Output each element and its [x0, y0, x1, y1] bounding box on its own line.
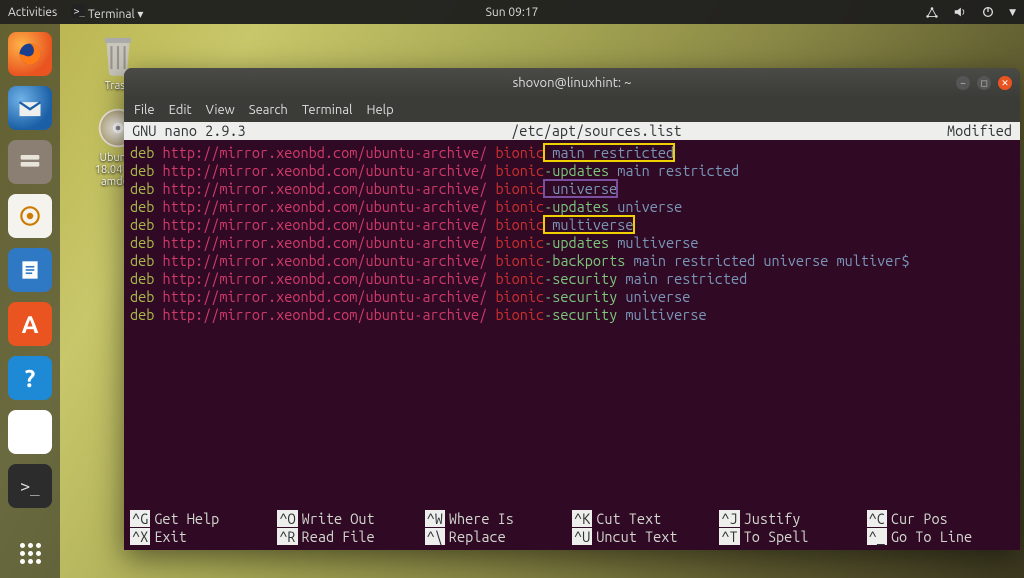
nano-shortcut-bar: ^GGet Help^OWrite Out^WWhere Is^KCut Tex…	[124, 510, 1020, 550]
rhythmbox-launcher[interactable]	[8, 194, 52, 238]
menu-help[interactable]: Help	[366, 103, 393, 117]
terminal-viewport[interactable]: GNU nano 2.9.3 /etc/apt/sources.list Mod…	[124, 122, 1020, 550]
window-close-button[interactable]: ✕	[998, 76, 1012, 90]
help-launcher[interactable]: ?	[8, 356, 52, 400]
firefox-launcher[interactable]	[8, 32, 52, 76]
nano-shortcut: ^\Replace	[425, 528, 572, 546]
menu-search[interactable]: Search	[249, 103, 288, 117]
menu-view[interactable]: View	[206, 103, 235, 117]
nano-shortcut: ^XExit	[130, 528, 277, 546]
volume-icon[interactable]	[953, 5, 967, 19]
svg-text:>_: >_	[74, 6, 85, 17]
window-title: shovon@linuxhint: ~	[513, 76, 632, 90]
ubuntu-software-launcher[interactable]: A	[8, 302, 52, 346]
show-applications-button[interactable]	[0, 543, 60, 564]
sources-line: deb http://mirror.xeonbd.com/ubuntu-arch…	[130, 162, 1014, 180]
terminal-window: shovon@linuxhint: ~ – ◻ ✕ File Edit View…	[124, 68, 1020, 550]
nano-buffer[interactable]: deb http://mirror.xeonbd.com/ubuntu-arch…	[124, 140, 1020, 324]
window-minimize-button[interactable]: –	[956, 76, 970, 90]
nano-shortcut: ^UUncut Text	[572, 528, 719, 546]
window-titlebar[interactable]: shovon@linuxhint: ~ – ◻ ✕	[124, 68, 1020, 98]
sources-line: deb http://mirror.xeonbd.com/ubuntu-arch…	[130, 288, 1014, 306]
nano-shortcut: ^TTo Spell	[719, 528, 866, 546]
sources-line: deb http://mirror.xeonbd.com/ubuntu-arch…	[130, 144, 1014, 162]
app-menu[interactable]: >_ Terminal ▾	[71, 4, 143, 21]
gnome-top-bar: Activities >_ Terminal ▾ Sun 09:17 ▼	[0, 0, 1024, 24]
sources-line: deb http://mirror.xeonbd.com/ubuntu-arch…	[130, 216, 1014, 234]
sources-line: deb http://mirror.xeonbd.com/ubuntu-arch…	[130, 234, 1014, 252]
menu-file[interactable]: File	[134, 103, 155, 117]
nano-shortcut: ^OWrite Out	[277, 510, 424, 528]
thunderbird-launcher[interactable]	[8, 86, 52, 130]
nano-status: Modified	[947, 122, 1012, 140]
files-launcher[interactable]	[8, 140, 52, 184]
terminal-launcher[interactable]: >_	[8, 464, 52, 508]
nano-shortcut: ^JJustify	[719, 510, 866, 528]
nano-shortcut: ^RRead File	[277, 528, 424, 546]
nano-shortcut: ^_Go To Line	[867, 528, 1014, 546]
sources-line: deb http://mirror.xeonbd.com/ubuntu-arch…	[130, 252, 1014, 270]
terminal-menubar: File Edit View Search Terminal Help	[124, 98, 1020, 122]
nano-filepath: /etc/apt/sources.list	[246, 122, 947, 140]
power-icon[interactable]	[981, 5, 995, 19]
nano-shortcut: ^KCut Text	[572, 510, 719, 528]
terminal-small-icon: >_	[71, 4, 85, 18]
libreoffice-writer-launcher[interactable]	[8, 248, 52, 292]
clock[interactable]: Sun 09:17	[486, 6, 539, 19]
nano-shortcut: ^CCur Pos	[867, 510, 1014, 528]
ubuntu-dock: A ? a >_	[0, 24, 60, 578]
network-icon[interactable]	[925, 5, 939, 19]
nano-shortcut: ^GGet Help	[130, 510, 277, 528]
sources-line: deb http://mirror.xeonbd.com/ubuntu-arch…	[130, 306, 1014, 324]
menu-terminal[interactable]: Terminal	[302, 103, 353, 117]
system-menu-caret-icon[interactable]: ▼	[1009, 7, 1016, 18]
sources-line: deb http://mirror.xeonbd.com/ubuntu-arch…	[130, 180, 1014, 198]
sources-line: deb http://mirror.xeonbd.com/ubuntu-arch…	[130, 198, 1014, 216]
activities-button[interactable]: Activities	[8, 6, 57, 19]
menu-edit[interactable]: Edit	[169, 103, 192, 117]
nano-titlebar: GNU nano 2.9.3 /etc/apt/sources.list Mod…	[124, 122, 1020, 140]
window-maximize-button[interactable]: ◻	[977, 76, 991, 90]
nano-version: GNU nano 2.9.3	[132, 122, 246, 140]
nano-shortcut: ^WWhere Is	[425, 510, 572, 528]
sources-line: deb http://mirror.xeonbd.com/ubuntu-arch…	[130, 270, 1014, 288]
amazon-launcher[interactable]: a	[8, 410, 52, 454]
